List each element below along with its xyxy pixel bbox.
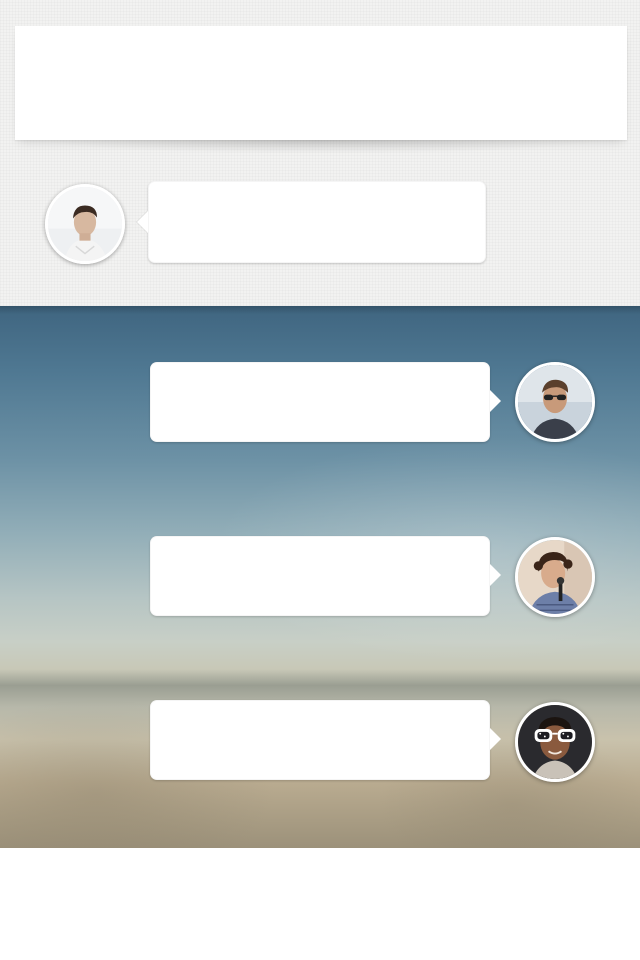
- top-panel: [0, 0, 640, 306]
- message-bubble[interactable]: [150, 362, 501, 442]
- message-bubble[interactable]: [148, 181, 486, 263]
- avatar[interactable]: [515, 537, 595, 617]
- user-avatar-2-icon: [518, 365, 592, 439]
- user-avatar-1-icon: [48, 187, 122, 261]
- avatar[interactable]: [515, 362, 595, 442]
- message-bubble[interactable]: [150, 700, 501, 780]
- avatar[interactable]: [515, 702, 595, 782]
- header-card: [15, 26, 627, 154]
- user-avatar-3-icon: [518, 540, 592, 614]
- avatar[interactable]: [45, 184, 125, 264]
- message-bubble[interactable]: [150, 536, 501, 616]
- user-avatar-4-icon: [518, 705, 592, 779]
